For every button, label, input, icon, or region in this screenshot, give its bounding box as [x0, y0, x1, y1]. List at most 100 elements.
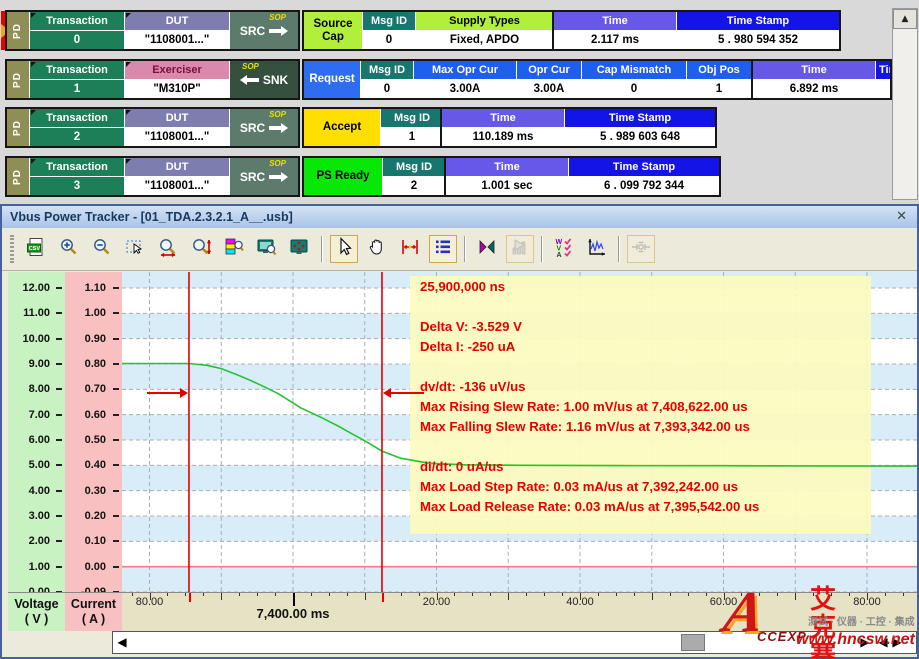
- display-settings-button[interactable]: [220, 235, 248, 263]
- zoom-out-button[interactable]: [88, 235, 116, 263]
- message-group[interactable]: Source Cap Msg ID 0 Supply Types Fixed, …: [302, 10, 555, 51]
- message-group[interactable]: PS Ready Msg ID 2: [302, 156, 447, 197]
- svg-text:A: A: [557, 252, 562, 258]
- transaction-column-header[interactable]: Transaction: [30, 61, 124, 79]
- pan-tool-button[interactable]: [363, 235, 391, 263]
- endpoint-column-header[interactable]: DUT: [125, 12, 229, 30]
- pd-protocol-tab[interactable]: PD: [7, 61, 29, 98]
- pd-protocol-tab[interactable]: PD: [7, 158, 29, 195]
- time-tick-mark: [311, 593, 312, 596]
- time-column-header[interactable]: Time: [442, 109, 564, 127]
- field-column-header[interactable]: Msg ID: [383, 158, 445, 176]
- time-tick-mark: [598, 593, 599, 596]
- zoom-x-button[interactable]: [154, 235, 182, 263]
- transaction-header-group[interactable]: PD Transaction 3 DUT "1108001..." SOPSRC: [5, 156, 300, 197]
- transaction-row[interactable]: PD Transaction 3 DUT "1108001..." SOPSRC…: [0, 156, 890, 198]
- pd-protocol-tab[interactable]: PD: [7, 109, 29, 146]
- transaction-header-group[interactable]: PD Transaction 2 DUT "1108001..." SOPSRC: [5, 107, 300, 148]
- transaction-row[interactable]: PD Transaction 2 DUT "1108001..." SOPSRC…: [0, 107, 890, 149]
- transaction-column-header[interactable]: Transaction: [30, 109, 124, 127]
- time-column-header[interactable]: Time: [446, 158, 568, 176]
- tracker-toolbar: CSV WVA: [2, 228, 917, 271]
- transaction-number: 2: [30, 128, 124, 146]
- message-type-cell[interactable]: Accept: [304, 109, 380, 146]
- message-type-cell[interactable]: Request: [304, 61, 360, 98]
- statistics-icon: [509, 236, 531, 263]
- current-tick-label: 0.80: [64, 357, 106, 371]
- vertical-scrollbar[interactable]: ▲: [892, 8, 918, 200]
- field-column-header[interactable]: Obj Pos: [687, 61, 751, 79]
- current-tick-label: 0.10: [64, 534, 106, 548]
- message-group[interactable]: Accept Msg ID 1: [302, 107, 445, 148]
- transaction-column-header[interactable]: Transaction: [30, 12, 124, 30]
- annotation-line: Delta I: -250 uA: [420, 337, 759, 357]
- field-column-header[interactable]: Opr Cur: [517, 61, 581, 79]
- toolbar-grip-icon[interactable]: [10, 235, 14, 263]
- message-type-cell[interactable]: Source Cap: [304, 12, 362, 49]
- field-value: 0: [582, 80, 686, 98]
- timing-group: Time 1.001 sec Time Stamp 6 . 099 792 34…: [444, 156, 721, 197]
- endpoint-column-header[interactable]: Exerciser: [125, 61, 229, 79]
- field-column-header[interactable]: Cap Mismatch: [582, 61, 686, 79]
- window-titlebar[interactable]: Vbus Power Tracker - [01_TDA.2.3.2.1_A__…: [2, 206, 917, 228]
- direction-cell: SOPSRC: [230, 12, 298, 49]
- scroll-up-button[interactable]: ▲: [893, 9, 917, 29]
- transaction-header-group[interactable]: PD Transaction 0 DUT "1108001..." SOPSRC: [5, 10, 300, 51]
- timestamp-column-header[interactable]: Time Stamp: [876, 61, 890, 79]
- scroll-left-icon[interactable]: ◀: [114, 633, 130, 652]
- time-tick-mark: [132, 593, 133, 596]
- timestamp-value: 6 . 099 792 344: [569, 177, 719, 195]
- sort-triangle-icon: [31, 110, 36, 115]
- voltage-tick-label: 1.00: [8, 560, 50, 574]
- time-tick-mark: [257, 593, 258, 596]
- time-tick-label: 80.00: [136, 596, 164, 608]
- current-tick-mark: [113, 540, 119, 542]
- current-tick-mark: [113, 363, 119, 365]
- time-column-header[interactable]: Time: [554, 12, 676, 30]
- fit-screen-button[interactable]: [286, 235, 314, 263]
- timestamp-column-header[interactable]: Time Stamp: [569, 158, 719, 176]
- compare-button[interactable]: [473, 235, 501, 263]
- view-snapshot-button[interactable]: [253, 235, 281, 263]
- timestamp-column-header[interactable]: Time Stamp: [677, 12, 839, 30]
- statistics-button[interactable]: [506, 235, 534, 263]
- field-column-header[interactable]: Msg ID: [381, 109, 443, 127]
- field-column-header[interactable]: Msg ID: [361, 61, 413, 79]
- pointer-tool-button[interactable]: [330, 235, 358, 263]
- transaction-header-group[interactable]: PD Transaction 1 Exerciser "M310P" SOPSN…: [5, 59, 300, 100]
- field-column-header[interactable]: Supply Types: [416, 12, 553, 30]
- field-value: 3.00A: [414, 80, 516, 98]
- annotation-line: Max Load Release Rate: 0.03 mA/us at 7,3…: [420, 497, 759, 517]
- legend-list-button[interactable]: [429, 235, 457, 263]
- scrollbar-thumb[interactable]: [681, 634, 705, 651]
- timestamp-column-header[interactable]: Time Stamp: [565, 109, 715, 127]
- endpoint-column-header[interactable]: DUT: [125, 109, 229, 127]
- export-csv-button[interactable]: CSV: [22, 235, 50, 263]
- zoom-region-button[interactable]: [121, 235, 149, 263]
- view-snapshot-icon: [256, 236, 278, 263]
- transaction-row[interactable]: PD Transaction 1 Exerciser "M310P" SOPSN…: [0, 59, 890, 101]
- pd-protocol-tab[interactable]: PD: [7, 12, 29, 49]
- annotation-line: Max Load Step Rate: 0.03 mA/us at 7,392,…: [420, 477, 759, 497]
- zoom-in-button[interactable]: [55, 235, 83, 263]
- voltage-unit-label: Voltage ( V ): [8, 592, 65, 631]
- time-tick-mark: [903, 593, 904, 596]
- svg-text:CSV: CSV: [29, 246, 41, 252]
- transaction-row[interactable]: PD Transaction 0 DUT "1108001..." SOPSRC…: [0, 10, 890, 52]
- field-column-header[interactable]: Msg ID: [363, 12, 415, 30]
- transaction-column-header[interactable]: Transaction: [30, 158, 124, 176]
- waveform-button[interactable]: [583, 235, 611, 263]
- cursor-measure-button[interactable]: [396, 235, 424, 263]
- endpoint-column-header[interactable]: DUT: [125, 158, 229, 176]
- zoom-y-button[interactable]: [187, 235, 215, 263]
- time-tick-mark: [849, 593, 850, 596]
- message-group[interactable]: Request Msg ID 0 Max Opr Cur 3.00A Opr C…: [302, 59, 753, 100]
- close-icon[interactable]: ✕: [896, 206, 907, 228]
- voltage-tick-label: 2.00: [8, 534, 50, 548]
- time-column-header[interactable]: Time: [753, 61, 875, 79]
- verify-button[interactable]: WVA: [550, 235, 578, 263]
- current-tick-label: 0.00: [64, 560, 106, 574]
- field-column-header[interactable]: Max Opr Cur: [414, 61, 516, 79]
- connector-button[interactable]: [627, 235, 655, 263]
- message-type-cell[interactable]: PS Ready: [304, 158, 382, 195]
